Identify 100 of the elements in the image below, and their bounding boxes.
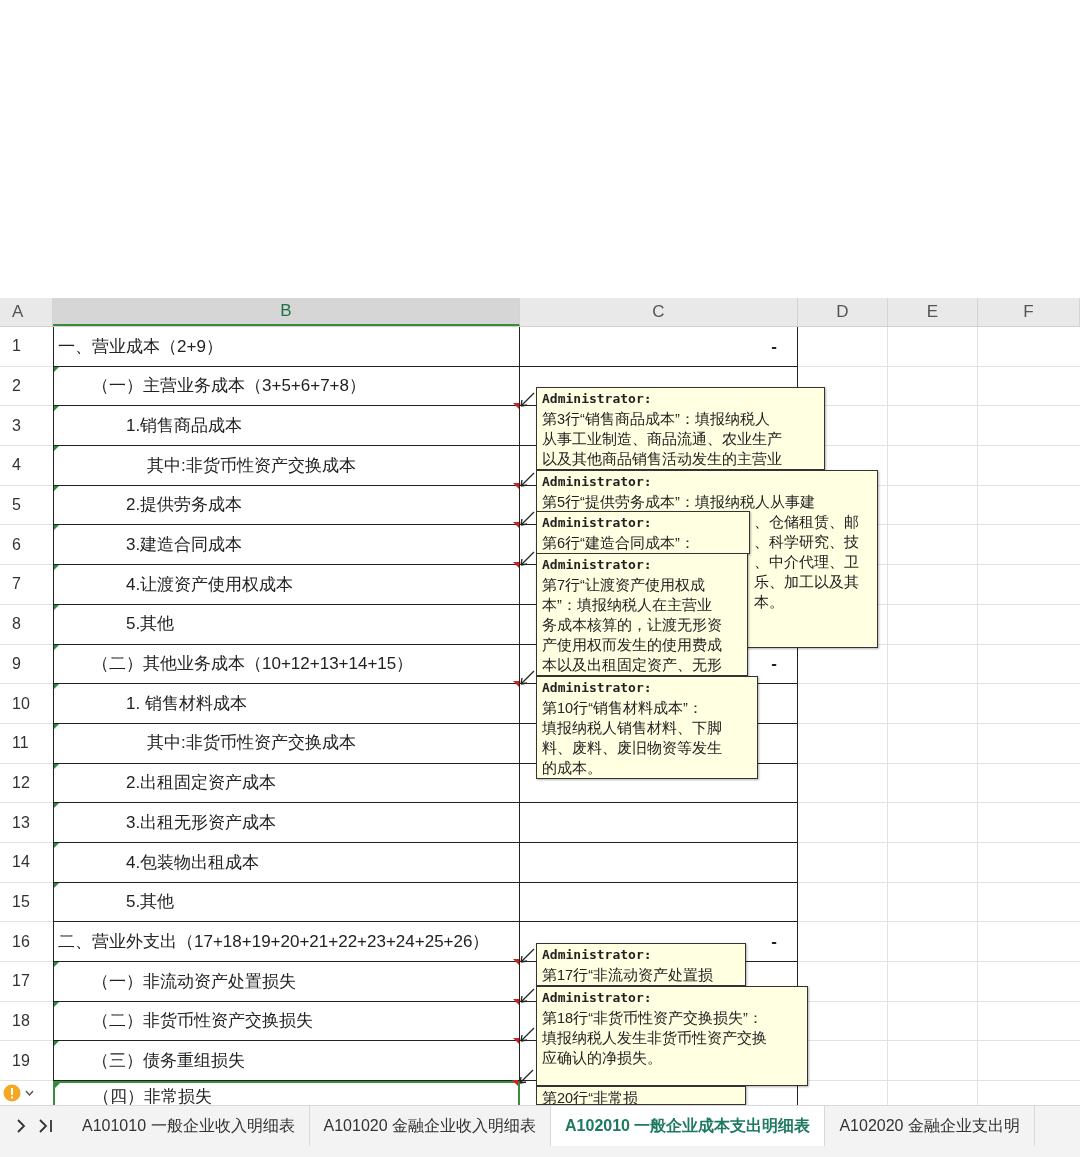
- comment-author: Administrator:: [542, 390, 653, 408]
- comment-text: 本。: [754, 593, 784, 612]
- error-marker-icon: [54, 882, 59, 888]
- row-number: 1: [0, 327, 53, 367]
- error-marker-icon: [54, 803, 59, 809]
- comment-author: Administrator:: [542, 473, 653, 491]
- row-number: 3: [0, 406, 53, 447]
- comment-text: 以及其他商品销售活动发生的主营业: [542, 450, 783, 469]
- comment-author: Administrator:: [542, 946, 653, 964]
- row-number: 4: [0, 446, 53, 486]
- row-number: 2: [0, 366, 53, 407]
- comment-text: 从事工业制造、商品流通、农业生产: [542, 430, 783, 449]
- comment-text: 本”：填报纳税人在主营业: [542, 596, 713, 615]
- error-marker-icon: [54, 1001, 59, 1007]
- caret-icon[interactable]: [25, 1090, 34, 1096]
- column-header[interactable]: C: [520, 298, 798, 326]
- comment-text: 第10行“销售材料成本”：: [542, 699, 704, 718]
- comment-text: 第17行“非流动资产处置损: [542, 966, 714, 985]
- error-marker-icon: [54, 962, 59, 967]
- comment-text: 料、废料、废旧物资等发生: [542, 739, 723, 758]
- comment-marker-icon: [513, 482, 519, 489]
- comment-text: 、仓储租赁、邮: [754, 513, 859, 532]
- error-marker-icon: [54, 604, 59, 610]
- error-marker-icon: [54, 406, 59, 412]
- error-marker-icon: [55, 1083, 60, 1089]
- table-cell: （一）主营业务成本（3+5+6+7+8）: [53, 366, 520, 407]
- row-number: 7: [0, 565, 53, 605]
- comment-text: 应确认的净损失。: [542, 1049, 663, 1068]
- row-number: 15: [0, 882, 53, 923]
- sheet-tab[interactable]: A101010 一般企业收入明细表: [68, 1106, 310, 1146]
- comment-marker-icon: [513, 403, 519, 410]
- comment-text: 第3行“销售商品成本”：填报纳税人: [542, 410, 771, 429]
- table-cell: 一、营业成本（2+9）: [53, 327, 520, 367]
- column-header[interactable]: D: [798, 298, 888, 326]
- comment-text: 、科学研究、技: [754, 533, 859, 552]
- comment-marker-icon: [513, 562, 519, 569]
- comment-arrow-icon: [518, 1069, 534, 1086]
- row-number: 9: [0, 644, 53, 685]
- comment-arrow-icon: [519, 1027, 535, 1044]
- table-cell: （二）其他业务成本（10+12+13+14+15）: [53, 644, 520, 685]
- comment-marker-icon: [513, 1038, 519, 1045]
- error-marker-icon: [54, 684, 59, 690]
- row-number: 10: [0, 684, 53, 724]
- table-cell: 其中:非货币性资产交换成本: [53, 446, 520, 486]
- row-number: 5: [0, 485, 53, 526]
- error-marker-icon: [54, 366, 59, 372]
- row-number: 11: [0, 723, 53, 764]
- row-number: 18: [0, 1001, 53, 1042]
- last-sheet-icon[interactable]: [38, 1119, 54, 1133]
- error-marker-icon: [54, 485, 59, 491]
- error-marker-icon: [54, 723, 59, 729]
- comment-text: 第6行“建造合同成本”：: [542, 534, 696, 553]
- table-cell: 3.出租无形资产成本: [53, 803, 520, 843]
- comment-text: 的成本。: [542, 759, 603, 778]
- comment-marker-icon: [513, 681, 519, 688]
- row-number: 19: [0, 1041, 53, 1082]
- error-marker-icon: [54, 763, 59, 769]
- column-header[interactable]: E: [888, 298, 978, 326]
- comment-text: 第7行“让渡资产使用权成: [542, 576, 706, 595]
- comment-author: Administrator:: [542, 989, 653, 1007]
- row-number: 17: [0, 962, 53, 1002]
- comment-arrow-icon: [519, 511, 535, 528]
- sheet-tab[interactable]: A102010 一般企业成本支出明细表: [551, 1106, 826, 1146]
- row-number: 13: [0, 803, 53, 843]
- row-number: 8: [0, 604, 53, 645]
- row-number: 6: [0, 525, 53, 566]
- table-cell: 其中:非货币性资产交换成本: [53, 723, 520, 764]
- column-header[interactable]: F: [978, 298, 1080, 326]
- comment-marker-icon: [513, 522, 519, 529]
- error-marker-icon: [54, 842, 59, 848]
- error-marker-icon: [54, 525, 59, 531]
- comment-arrow-icon: [519, 471, 535, 488]
- table-cell: 5.其他: [53, 882, 520, 923]
- comment-arrow-icon: [519, 551, 535, 568]
- error-marker-icon: [54, 446, 59, 452]
- next-sheet-icon[interactable]: [16, 1119, 26, 1133]
- comment-author: Administrator:: [542, 514, 653, 532]
- comment-text: 第18行“非货币性资产交换损失”：: [542, 1009, 764, 1028]
- row-number: 14: [0, 842, 53, 883]
- comment-marker-icon: [512, 1080, 518, 1087]
- column-header[interactable]: B: [53, 298, 520, 326]
- comment-arrow-icon: [519, 948, 535, 964]
- comment-arrow-icon: [519, 670, 535, 687]
- table-cell: 5.其他: [53, 604, 520, 645]
- comment-text: 务成本核算的，让渡无形资: [542, 616, 723, 635]
- row-number: 16: [0, 922, 53, 962]
- error-marker-icon: [54, 644, 59, 650]
- comment-text: 本以及出租固定资产、无形: [542, 656, 723, 675]
- table-cell: 2.出租固定资产成本: [53, 763, 520, 804]
- sheet-tab[interactable]: A102020 金融企业支出明: [825, 1106, 1035, 1146]
- table-cell: 二、营业外支出（17+18+19+20+21+22+23+24+25+26）: [53, 922, 520, 962]
- comment-text: 填报纳税人发生非货币性资产交换: [542, 1029, 768, 1048]
- table-cell: -: [520, 327, 798, 367]
- comment-marker-icon: [513, 998, 519, 1005]
- comment-text: 填报纳税人销售材料、下脚: [542, 719, 723, 738]
- error-marker-icon: [54, 565, 59, 571]
- row-number: 12: [0, 763, 53, 804]
- comment-author: Administrator:: [542, 556, 653, 574]
- table-cell: 4.包装物出租成本: [53, 842, 520, 883]
- comment-text: 第5行“提供劳务成本”：填报纳税人从事建: [542, 493, 816, 512]
